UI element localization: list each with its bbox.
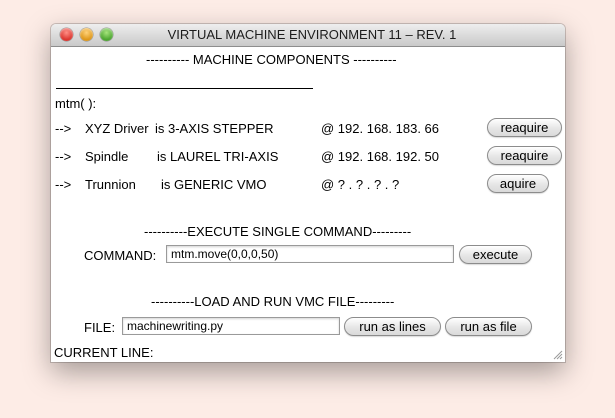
file-label: FILE:: [84, 320, 116, 335]
app-window: VIRTUAL MACHINE ENVIRONMENT 11 – REV. 1 …: [51, 24, 565, 362]
component-arrow: -->: [55, 121, 72, 136]
file-input[interactable]: [122, 317, 340, 335]
run-as-file-button[interactable]: run as file: [445, 317, 532, 336]
component-name-spindle: Spindle: [85, 149, 129, 164]
execute-command-header: ----------EXECUTE SINGLE COMMAND--------…: [144, 224, 412, 239]
command-label: COMMAND:: [84, 248, 157, 263]
component-type: is LAUREL TRI-AXIS: [157, 149, 279, 164]
component-type: is 3-AXIS STEPPER: [155, 121, 274, 136]
load-file-header: ----------LOAD AND RUN VMC FILE---------: [151, 294, 395, 309]
divider-line: [56, 88, 313, 89]
component-arrow: -->: [55, 177, 72, 192]
component-address: @ 192. 168. 183. 66: [321, 121, 440, 136]
reaquire-spindle-button[interactable]: reaquire: [487, 146, 562, 165]
component-name-xyz-driver: XYZ Driver: [85, 121, 149, 136]
current-line-label: CURRENT LINE:: [54, 345, 154, 360]
window-title: VIRTUAL MACHINE ENVIRONMENT 11 – REV. 1: [167, 27, 457, 42]
mtm-label: mtm( ):: [55, 96, 97, 111]
aquire-trunnion-button[interactable]: aquire: [487, 174, 549, 193]
component-address: @ ? . ? . ? . ?: [321, 177, 400, 192]
reaquire-xyz-driver-button[interactable]: reaquire: [487, 118, 562, 137]
component-address: @ 192. 168. 192. 50: [321, 149, 440, 164]
command-input[interactable]: [166, 245, 454, 263]
title-bar[interactable]: VIRTUAL MACHINE ENVIRONMENT 11 – REV. 1: [51, 24, 565, 47]
execute-button[interactable]: execute: [459, 245, 532, 264]
component-type: is GENERIC VMO: [161, 177, 267, 192]
component-name-trunnion: Trunnion: [85, 177, 136, 192]
machine-components-header: ---------- MACHINE COMPONENTS ----------: [146, 52, 397, 67]
run-as-lines-button[interactable]: run as lines: [344, 317, 441, 336]
resize-grip-icon[interactable]: [553, 350, 563, 360]
component-arrow: -->: [55, 149, 72, 164]
